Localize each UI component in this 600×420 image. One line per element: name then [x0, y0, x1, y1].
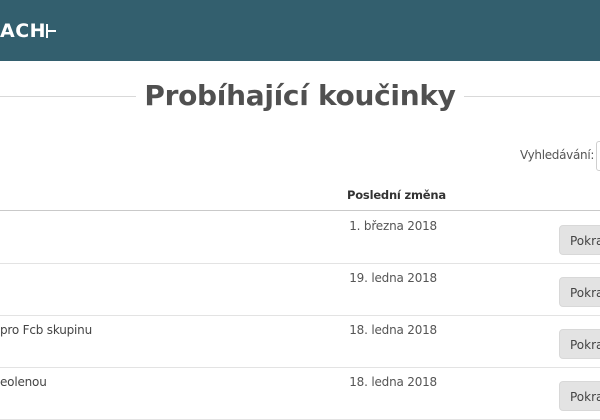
logo-text: ACH	[0, 20, 47, 42]
top-header-bar: ACH	[0, 0, 600, 61]
page-title: Probíhající koučinky	[144, 79, 456, 112]
table-row: eolenou 18. ledna 2018 Pokra	[0, 367, 600, 420]
last-change-date: 18. ledna 2018	[349, 375, 437, 389]
coaching-name: eolenou	[0, 375, 47, 389]
last-change-date: 18. ledna 2018	[349, 323, 437, 337]
continue-button[interactable]: Pokra	[559, 329, 600, 359]
table-row: 19. ledna 2018 Pokra	[0, 263, 600, 316]
search-label: Vyhledávání:	[520, 148, 595, 162]
last-change-date: 19. ledna 2018	[349, 271, 437, 285]
column-header-last-change[interactable]: Poslední změna	[347, 188, 446, 202]
logo[interactable]: ACH	[0, 19, 57, 43]
title-divider-right	[464, 96, 600, 97]
title-divider-left	[0, 96, 136, 97]
continue-button[interactable]: Pokra	[559, 225, 600, 255]
continue-button[interactable]: Pokra	[559, 277, 600, 307]
table-row: 1. března 2018 Pokra	[0, 211, 600, 264]
coaching-name: pro Fcb skupinu	[0, 323, 92, 337]
continue-button[interactable]: Pokra	[559, 381, 600, 411]
last-change-date: 1. března 2018	[349, 219, 437, 233]
page-title-row: Probíhající koučinky	[0, 76, 600, 116]
logo-mark-icon	[46, 21, 57, 41]
search-input[interactable]	[596, 141, 600, 171]
table-row: pro Fcb skupinu 18. ledna 2018 Pokra	[0, 315, 600, 368]
